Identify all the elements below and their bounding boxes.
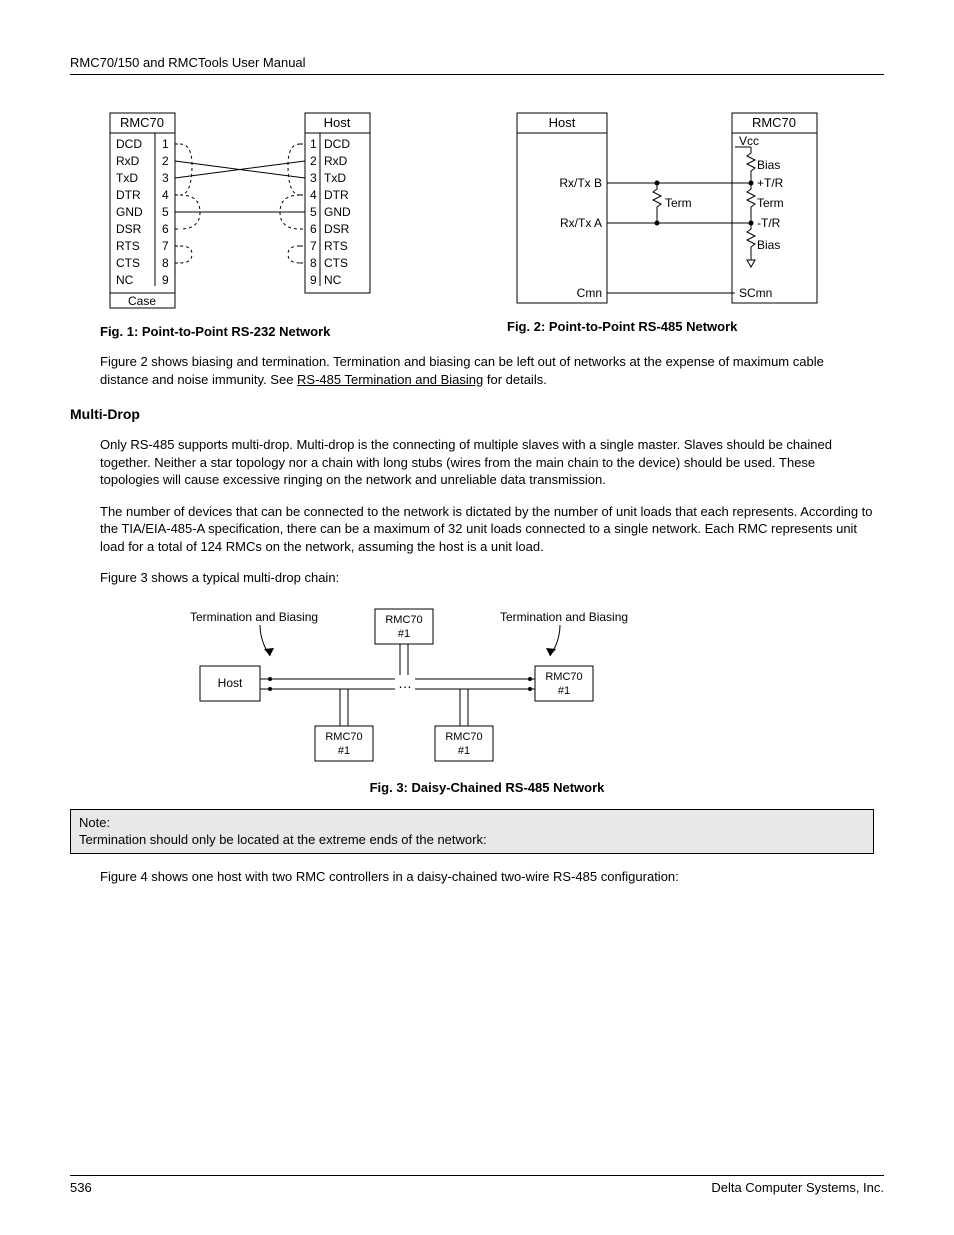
footer-company: Delta Computer Systems, Inc. <box>711 1180 884 1195</box>
fig1-diagram: RMC70 Host DCD 1 1 DCD RxD 2 2 RxD TxD 3 3 TxD DTR 4 4… <box>100 105 390 315</box>
fig1-left-pin-4: DTR <box>116 188 141 202</box>
paragraph-fig2-desc: Figure 2 shows biasing and termination. … <box>100 353 874 388</box>
fig1-case-label: Case <box>128 294 156 308</box>
svg-text:#1: #1 <box>558 685 570 697</box>
fig2-host-title: Host <box>549 115 576 130</box>
svg-text:9: 9 <box>162 273 169 287</box>
paragraph-multidrop-3: Figure 3 shows a typical multi-drop chai… <box>100 569 874 587</box>
svg-text:#1: #1 <box>458 745 470 757</box>
fig3-diagram: Termination and Biasing Termination and … <box>140 601 700 771</box>
figure-1: RMC70 Host DCD 1 1 DCD RxD 2 2 RxD TxD 3 3 TxD DTR 4 4… <box>100 105 467 339</box>
fig2-bias2: Bias <box>757 238 780 252</box>
fig3-caption: Fig. 3: Daisy-Chained RS-485 Network <box>100 780 874 795</box>
fig1-right-pin-1: DCD <box>324 137 350 151</box>
svg-text:9: 9 <box>310 273 317 287</box>
p1b-text: for details. <box>483 372 547 387</box>
fig2-trp: +T/R <box>757 176 784 190</box>
fig2-host-b: Rx/Tx B <box>559 176 602 190</box>
fig2-host-cmn: Cmn <box>577 286 602 300</box>
fig2-caption: Fig. 2: Point-to-Point RS-485 Network <box>507 319 874 334</box>
svg-text:3: 3 <box>310 171 317 185</box>
fig1-left-pin-1: DCD <box>116 137 142 151</box>
fig1-right-pin-4: DTR <box>324 188 349 202</box>
heading-multidrop: Multi-Drop <box>70 406 874 422</box>
page-header: RMC70/150 and RMCTools User Manual <box>70 55 884 75</box>
svg-text:RMC70: RMC70 <box>445 731 482 743</box>
note-label: Note: <box>79 815 110 830</box>
svg-text:2: 2 <box>310 154 317 168</box>
fig1-left-pin-8: CTS <box>116 256 140 270</box>
fig2-scmn: SCmn <box>739 286 772 300</box>
svg-text:RMC70: RMC70 <box>545 671 582 683</box>
note-text: Termination should only be located at th… <box>79 832 487 847</box>
fig2-bias1: Bias <box>757 158 780 172</box>
svg-text:8: 8 <box>162 256 169 270</box>
fig1-left-pin-2: RxD <box>116 154 140 168</box>
fig1-left-pin-7: RTS <box>116 239 140 253</box>
fig2-mid-term: Term <box>665 196 692 210</box>
fig2-host-a: Rx/Tx A <box>560 216 602 230</box>
fig1-left-pin-5: GND <box>116 205 143 219</box>
fig1-right-pin-3: TxD <box>324 171 346 185</box>
paragraph-multidrop-1: Only RS-485 supports multi-drop. Multi-d… <box>100 436 874 489</box>
svg-text:4: 4 <box>162 188 169 202</box>
link-rs485-termination[interactable]: RS-485 Termination and Biasing <box>297 372 483 387</box>
paragraph-multidrop-2: The number of devices that can be connec… <box>100 503 874 556</box>
svg-text:RMC70: RMC70 <box>385 614 422 626</box>
header-title: RMC70/150 and RMCTools User Manual <box>70 55 306 70</box>
figure-3: Termination and Biasing Termination and … <box>140 601 874 795</box>
svg-text:7: 7 <box>162 239 169 253</box>
fig1-caption: Fig. 1: Point-to-Point RS-232 Network <box>100 324 467 339</box>
page-number: 536 <box>70 1180 92 1195</box>
fig2-rmc-title: RMC70 <box>752 115 796 130</box>
svg-text:5: 5 <box>310 205 317 219</box>
note-box: Note: Termination should only be located… <box>70 809 874 854</box>
svg-text:2: 2 <box>162 154 169 168</box>
svg-text:4: 4 <box>310 188 317 202</box>
fig2-term: Term <box>757 196 784 210</box>
fig2-diagram: Host RMC70 Rx/Tx B Rx/Tx A Cmn Vcc Bias … <box>507 105 827 310</box>
svg-text:3: 3 <box>162 171 169 185</box>
svg-text:…: … <box>398 675 412 691</box>
svg-text:1: 1 <box>162 137 169 151</box>
fig1-right-pin-8: CTS <box>324 256 348 270</box>
fig2-trn: -T/R <box>757 216 781 230</box>
fig1-right-pin-6: DSR <box>324 222 350 236</box>
svg-text:7: 7 <box>310 239 317 253</box>
paragraph-fig4-intro: Figure 4 shows one host with two RMC con… <box>100 868 874 886</box>
fig3-term-left: Termination and Biasing <box>190 610 318 624</box>
svg-text:RMC70: RMC70 <box>325 731 362 743</box>
fig1-left-pin-9: NC <box>116 273 134 287</box>
fig1-right-title: Host <box>324 115 351 130</box>
fig1-left-pin-3: TxD <box>116 171 138 185</box>
fig1-left-pin-6: DSR <box>116 222 142 236</box>
fig1-left-title: RMC70 <box>120 115 164 130</box>
svg-text:8: 8 <box>310 256 317 270</box>
fig3-term-right: Termination and Biasing <box>500 610 628 624</box>
fig3-host: Host <box>218 676 243 690</box>
fig1-right-pin-5: GND <box>324 205 351 219</box>
svg-text:#1: #1 <box>338 745 350 757</box>
svg-text:6: 6 <box>310 222 317 236</box>
fig1-right-pin-7: RTS <box>324 239 348 253</box>
svg-text:5: 5 <box>162 205 169 219</box>
figures-row: RMC70 Host DCD 1 1 DCD RxD 2 2 RxD TxD 3 3 TxD DTR 4 4… <box>100 105 874 339</box>
svg-text:1: 1 <box>310 137 317 151</box>
fig1-right-pin-2: RxD <box>324 154 348 168</box>
fig1-right-pin-9: NC <box>324 273 342 287</box>
fig2-vcc: Vcc <box>739 134 759 148</box>
figure-2: Host RMC70 Rx/Tx B Rx/Tx A Cmn Vcc Bias … <box>507 105 874 334</box>
svg-text:#1: #1 <box>398 628 410 640</box>
svg-text:6: 6 <box>162 222 169 236</box>
page-footer: 536 Delta Computer Systems, Inc. <box>70 1175 884 1195</box>
